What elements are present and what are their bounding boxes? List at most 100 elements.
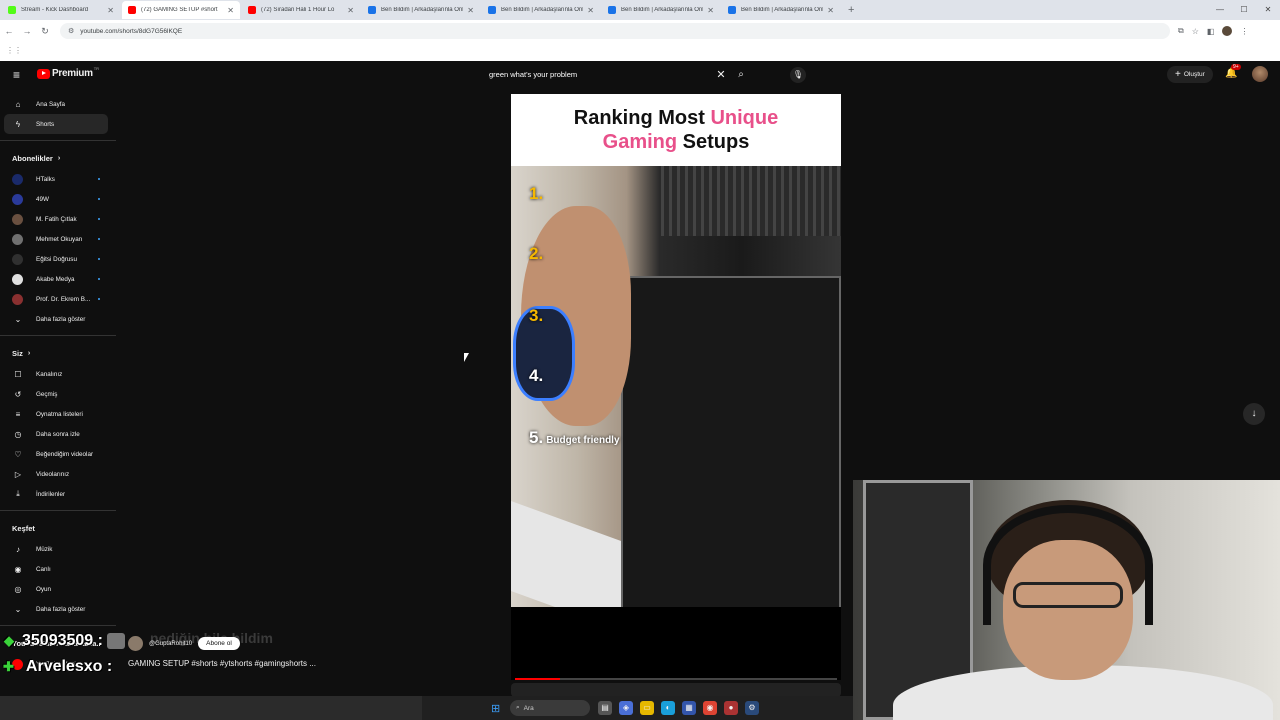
tab-close-icon[interactable]: ✕ — [107, 6, 114, 15]
short-next-preview[interactable] — [511, 683, 841, 697]
video-keyboard — [511, 500, 621, 607]
sidebar-item[interactable]: ☐ Kanalınız — [0, 364, 116, 384]
taskbar-apps: ▤ ◈ ▭ ◐ ▦ ◉ ● ⚙ — [598, 701, 759, 715]
sidebar-item[interactable]: ◎ Oyun — [0, 579, 116, 599]
file-explorer-icon[interactable]: ▤ — [598, 701, 612, 715]
url-bar[interactable]: ⚙ youtube.com/shorts/8dG7G56lKQE — [60, 23, 1170, 39]
maximize-icon[interactable]: ☐ — [1232, 0, 1256, 20]
create-button[interactable]: + Oluştur — [1167, 66, 1213, 83]
store-icon[interactable]: ▦ — [682, 701, 696, 715]
sidebar-item[interactable]: ♡ Beğendiğim videolar — [0, 444, 116, 464]
profile-avatar[interactable] — [1222, 26, 1233, 36]
reload-icon[interactable]: ↻ — [36, 26, 54, 37]
short-description[interactable]: GAMING SETUP #shorts #ytshorts #gamingsh… — [128, 659, 316, 668]
sidebar-item[interactable]: ▷ Videolarınız — [0, 464, 116, 484]
browser-tab[interactable]: Stream - Kick Dashboard ✕ — [2, 1, 120, 19]
sidebar-item[interactable]: ♪ Müzik — [0, 539, 116, 559]
steam-icon[interactable]: ⚙ — [745, 701, 759, 715]
site-info-icon[interactable]: ⚙ — [68, 27, 74, 35]
sidebar-item[interactable]: ◷ Daha sonra izle — [0, 424, 116, 444]
browser-tab[interactable]: (72) GAMING SETUP #short ✕ — [122, 1, 240, 19]
apps-grid-icon[interactable]: ⋮⋮ — [6, 46, 22, 55]
youtube-logo[interactable]: Premium TR — [37, 66, 99, 79]
sidebar-subscription[interactable]: Eğitsi Doğrusu — [0, 249, 116, 269]
sidebar-subscription[interactable]: Akabe Medya — [0, 269, 116, 289]
channel-name[interactable]: @GuptaRohit10 — [149, 641, 192, 647]
sidebar-item-label: İndirilenler — [36, 490, 66, 498]
clear-search-icon[interactable]: ✕ — [713, 68, 729, 81]
tab-close-icon[interactable]: ✕ — [587, 6, 594, 15]
window-controls: — ☐ ✕ — [1208, 0, 1280, 20]
sidebar-item[interactable]: ⌄ Daha fazla göster — [0, 599, 116, 619]
new-content-dot — [98, 298, 100, 300]
tab-close-icon[interactable]: ✕ — [227, 6, 234, 15]
bookmark-star-icon[interactable]: ☆ — [1192, 27, 1199, 36]
sidebar-item[interactable]: ◉ Canlı — [0, 559, 116, 579]
menu-icon[interactable]: ≡ — [13, 68, 20, 82]
folder-icon[interactable]: ▭ — [640, 701, 654, 715]
sidebar-subscription[interactable]: Prof. Dr. Ekrem B... — [0, 289, 116, 309]
video-headphone — [513, 306, 575, 401]
chrome-icon[interactable]: ◉ — [703, 701, 717, 715]
sidebar-item[interactable]: ≡ Oynatma listeleri — [0, 404, 116, 424]
sidebar-subscription[interactable]: 49W — [0, 189, 116, 209]
tab-close-icon[interactable]: ✕ — [347, 6, 354, 15]
tab-close-icon[interactable]: ✕ — [827, 6, 834, 15]
account-avatar[interactable] — [1252, 66, 1268, 82]
browser-tab[interactable]: Ben Bildim | Arkadaşlarınla Onl ✕ — [482, 1, 600, 19]
edge-icon[interactable]: ◐ — [661, 701, 675, 715]
tab-close-icon[interactable]: ✕ — [707, 6, 714, 15]
sidebar-item[interactable]: ⌄ Daha fazla göster — [0, 309, 116, 329]
sidebar-section-header[interactable]: Abonelikler › — [0, 147, 116, 169]
chat-emote — [106, 633, 125, 649]
forward-icon[interactable]: → — [18, 26, 36, 36]
sidebar-item[interactable]: ϟ Shorts — [4, 114, 108, 134]
extensions-icon[interactable]: ◧ — [1207, 27, 1215, 36]
sidebar-item-label: Shorts — [36, 120, 55, 128]
browser-tab[interactable]: (72) Sıradan Hali 1 Hour Lo ✕ — [242, 1, 360, 19]
sidebar-item[interactable]: ↺ Geçmiş — [0, 384, 116, 404]
tab-title: Ben Bildim | Arkadaşlarınla Onl — [501, 7, 584, 13]
short-progress-bar[interactable] — [515, 678, 837, 680]
photos-app-icon[interactable]: ◈ — [619, 701, 633, 715]
browser-tab[interactable]: Ben Bildim | Arkadaşlarınla Onl ✕ — [722, 1, 840, 19]
sidebar-icon: ☐ — [14, 369, 22, 379]
browser-menu-icon[interactable]: ⋮ — [1240, 27, 1248, 36]
install-app-icon[interactable]: ⧉ — [1178, 26, 1184, 36]
sidebar-subscription[interactable]: HTalks — [0, 169, 116, 189]
windows-start-icon[interactable]: ⊞ — [491, 702, 500, 715]
close-window-icon[interactable]: ✕ — [1256, 0, 1280, 20]
sidebar-item[interactable]: ⤓ İndirilenler — [0, 484, 116, 504]
sidebar-item[interactable]: ⌂ Ana Sayfa — [0, 94, 116, 114]
minimize-icon[interactable]: — — [1208, 0, 1232, 20]
search-input[interactable]: green what's your problem — [483, 70, 713, 79]
subscribe-button[interactable]: Abone ol — [198, 637, 240, 650]
browser-tab[interactable]: Ben Bildim | Arkadaşlarınla Onl ✕ — [362, 1, 480, 19]
chat2-user: 35093509 : — [22, 632, 103, 649]
mouse-cursor — [464, 353, 469, 362]
tab-favicon-icon — [608, 6, 616, 14]
back-icon[interactable]: ← — [0, 26, 18, 36]
sidebar-subscription[interactable]: M. Fatih Çıtlak — [0, 209, 116, 229]
tab-close-icon[interactable]: ✕ — [467, 6, 474, 15]
sidebar-section-header[interactable]: Siz › — [0, 342, 116, 364]
channel-avatar[interactable] — [128, 636, 143, 651]
taskbar-search[interactable]: ⌕ Ara — [510, 700, 590, 716]
shorts-icon: ϟ — [15, 119, 21, 129]
app-red-icon[interactable]: ● — [724, 701, 738, 715]
notification-badge: 9+ — [1231, 64, 1241, 70]
sidebar-section-header[interactable]: Keşfet — [0, 517, 116, 539]
search-icon[interactable]: ⌕ — [729, 69, 753, 80]
sidebar-subscription[interactable]: Mehmet Okuyan — [0, 229, 116, 249]
browser-tab[interactable]: Ben Bildim | Arkadaşlarınla Onl ✕ — [602, 1, 720, 19]
title-part-3: Gaming — [602, 131, 678, 153]
sidebar-item-label: Kanalınız — [36, 370, 63, 378]
new-tab-button[interactable]: + — [848, 4, 854, 16]
new-content-dot — [98, 258, 100, 260]
voice-search-icon[interactable]: 🎙 — [790, 67, 806, 83]
notifications-icon[interactable]: 🔔 9+ — [1225, 64, 1241, 79]
plus-icon: + — [1175, 69, 1181, 80]
search-box[interactable]: green what's your problem ✕ ⌕ — [483, 65, 753, 83]
short-video-player[interactable]: 1. 2. 3. 4. 5. Budget friendly — [511, 166, 841, 607]
next-short-arrow-icon[interactable]: ↓ — [1243, 403, 1265, 425]
